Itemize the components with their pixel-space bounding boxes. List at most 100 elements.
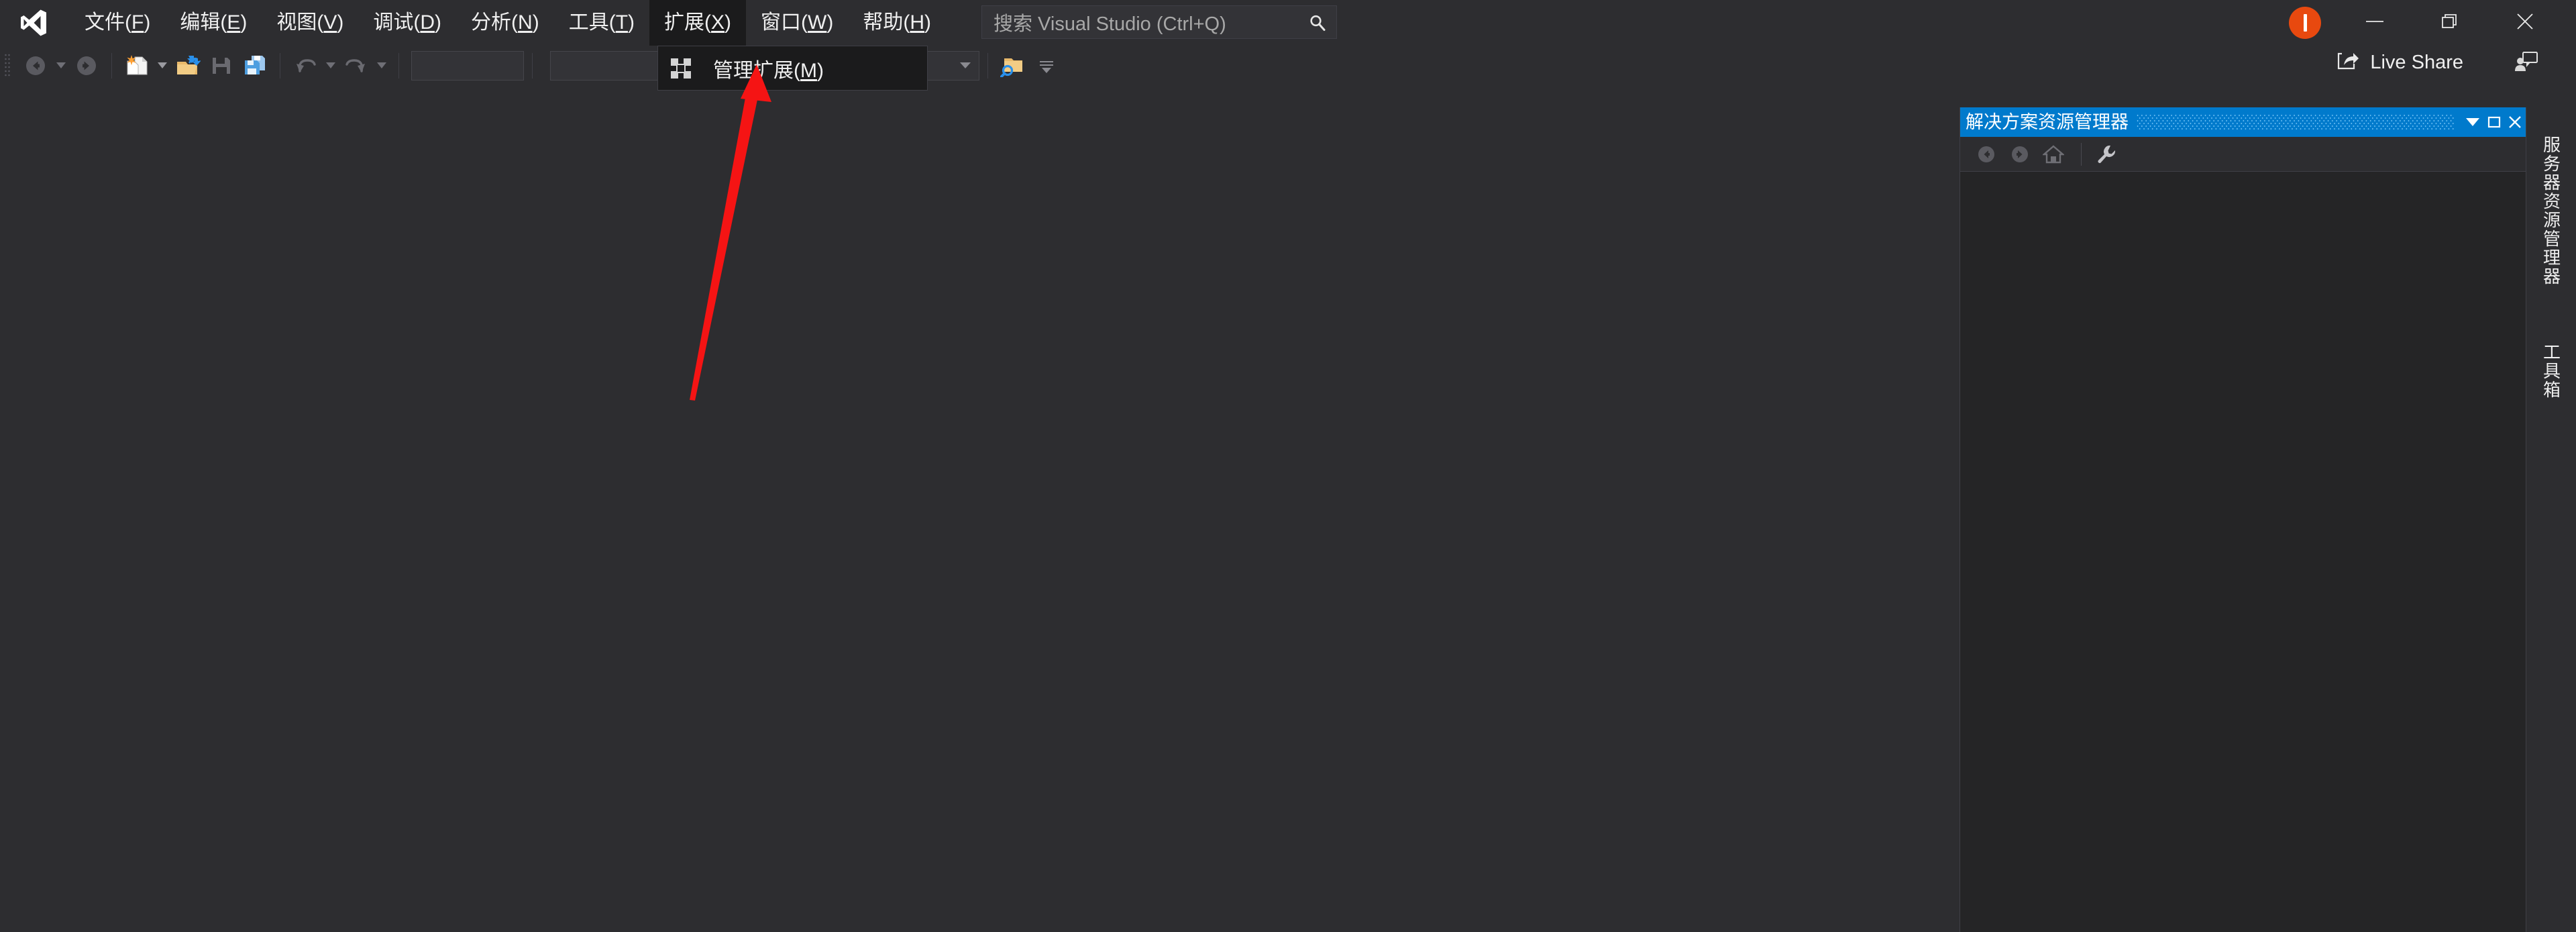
visual-studio-logo-icon [15, 0, 52, 46]
menu-item-edit-mnemonic: E [227, 11, 241, 34]
solution-explorer-toolbar [1960, 137, 2526, 172]
manage-extensions-mnemonic: M [800, 59, 817, 82]
se-forward-button[interactable] [2004, 139, 2035, 170]
menu-item-analyze-label: 分析( [471, 11, 519, 34]
menu-item-tools-label: 工具( [568, 11, 616, 34]
close-icon[interactable] [2487, 0, 2563, 43]
menu-item-window-mnemonic: W [808, 11, 827, 34]
title-drag-dots [2137, 114, 2455, 130]
standard-toolbar [0, 46, 2576, 86]
se-home-button[interactable] [2038, 139, 2069, 170]
toolbar-separator-3 [398, 53, 399, 79]
menu-item-debug-mnemonic: D [420, 11, 435, 34]
search-icon [1308, 13, 1327, 36]
se-properties-button[interactable] [2091, 139, 2122, 170]
menu-bar: 文件(F) 编辑(E) 视图(V) 调试(D) 分析(N) 工具(T) 扩展(X… [0, 0, 2576, 46]
menu-item-extensions[interactable]: 扩展(X) [649, 0, 747, 46]
menu-item-debug-label: 调试( [373, 11, 421, 34]
panel-maximize-button[interactable] [2483, 109, 2505, 136]
menu-item-edit-label: 编辑( [180, 11, 227, 34]
right-sidebar-tabs: 服务器资源管理器 工具箱 [2526, 107, 2576, 932]
save-all-button[interactable] [240, 50, 270, 82]
menu-item-edit-tail: ) [240, 11, 248, 34]
drag-grip-icon[interactable] [4, 51, 19, 81]
live-share-icon [2337, 51, 2359, 74]
find-in-files-button[interactable] [998, 50, 1028, 82]
menu-item-tools-mnemonic: T [615, 11, 629, 34]
panel-close-button[interactable] [2504, 109, 2526, 136]
save-button[interactable] [207, 50, 236, 82]
menu-item-edit[interactable]: 编辑(E) [165, 0, 262, 46]
menu-item-manage-extensions[interactable]: 管理扩展(M) [658, 46, 927, 90]
undo-button[interactable] [290, 50, 320, 82]
menu-items-list: 文件(F) 编辑(E) 视图(V) 调试(D) 分析(N) 工具(T) 扩展(X… [70, 0, 946, 46]
search-placeholder: 搜索 Visual Studio (Ctrl+Q) [994, 13, 1226, 35]
send-feedback-icon[interactable] [2514, 51, 2538, 76]
solution-configuration-combo[interactable] [411, 51, 524, 81]
solution-explorer-title: 解决方案资源管理器 [1966, 111, 2129, 132]
menu-item-view-tail: ) [337, 11, 344, 34]
manage-extensions-text: 管理扩展( [713, 59, 800, 82]
extensions-menu-dropdown: 管理扩展(M) [657, 46, 928, 91]
solution-explorer-panel: 解决方案资源管理器 [1960, 107, 2526, 932]
menu-item-view-mnemonic: V [323, 11, 337, 34]
menu-item-view[interactable]: 视图(V) [262, 0, 358, 46]
sidebar-tab-server-explorer-label: 服务器资源管理器 [2540, 136, 2561, 286]
menu-item-tools-tail: ) [628, 11, 635, 34]
navigate-backward-caret-icon[interactable] [52, 62, 70, 69]
chevron-down-icon [960, 62, 971, 68]
navigate-forward-button[interactable] [72, 50, 101, 82]
menu-item-window-tail: ) [826, 11, 834, 34]
menu-item-extensions-mnemonic: X [711, 11, 725, 34]
redo-button[interactable] [341, 50, 371, 82]
manage-extensions-icon [666, 54, 696, 83]
menu-item-file-label: 文件( [85, 11, 131, 34]
redo-caret-icon[interactable] [373, 62, 390, 69]
new-file-caret-icon[interactable] [154, 62, 171, 69]
toolbar-separator-5 [987, 53, 988, 79]
menu-item-file[interactable]: 文件(F) [70, 0, 165, 46]
navigate-backward-button[interactable] [21, 50, 50, 82]
solution-explorer-tree[interactable] [1960, 172, 2526, 932]
live-share-button[interactable]: Live Share [2337, 51, 2463, 74]
restore-icon[interactable] [2412, 0, 2487, 43]
panel-menu-button[interactable] [2462, 109, 2483, 136]
undo-caret-icon[interactable] [322, 62, 339, 69]
manage-extensions-tail: ) [817, 59, 824, 82]
avatar-initial [2303, 14, 2307, 32]
toolbar-separator [111, 53, 112, 79]
menu-item-debug[interactable]: 调试(D) [358, 0, 456, 46]
menu-item-analyze-mnemonic: N [518, 11, 533, 34]
menu-item-file-tail: ) [144, 11, 151, 34]
sidebar-tab-toolbox[interactable]: 工具箱 [2526, 321, 2576, 421]
minimize-icon[interactable] [2337, 0, 2412, 43]
menu-item-help-label: 帮助( [863, 11, 910, 34]
menu-item-view-label: 视图( [276, 11, 324, 34]
sidebar-tab-server-explorer[interactable]: 服务器资源管理器 [2526, 110, 2576, 311]
menu-item-analyze[interactable]: 分析(N) [456, 0, 554, 46]
menu-item-window[interactable]: 窗口(W) [746, 0, 848, 46]
menu-item-manage-extensions-label: 管理扩展(M) [713, 54, 824, 83]
toolbar-separator-4 [532, 53, 533, 79]
menu-item-file-mnemonic: F [131, 11, 144, 34]
menu-item-debug-tail: ) [435, 11, 442, 34]
solution-explorer-title-bar[interactable]: 解决方案资源管理器 [1960, 107, 2526, 137]
search-input[interactable]: 搜索 Visual Studio (Ctrl+Q) [981, 5, 1337, 39]
menu-item-analyze-tail: ) [532, 11, 539, 34]
menu-item-extensions-tail: ) [724, 11, 732, 34]
toolbar-overflow-button[interactable] [1035, 51, 1058, 81]
se-back-button[interactable] [1971, 139, 2002, 170]
menu-item-window-label: 窗口( [761, 11, 808, 34]
open-file-button[interactable] [173, 50, 203, 82]
live-share-label: Live Share [2370, 52, 2463, 73]
menu-item-help-tail: ) [924, 11, 932, 34]
se-toolbar-separator [2081, 142, 2082, 166]
menu-item-help[interactable]: 帮助(H) [848, 0, 946, 46]
menu-item-tools[interactable]: 工具(T) [554, 0, 649, 46]
new-file-button[interactable] [122, 50, 152, 82]
menu-item-help-mnemonic: H [910, 11, 925, 34]
user-avatar-icon[interactable] [2289, 7, 2321, 39]
sidebar-tab-toolbox-label: 工具箱 [2540, 343, 2561, 399]
visual-studio-window: 文件(F) 编辑(E) 视图(V) 调试(D) 分析(N) 工具(T) 扩展(X… [0, 0, 2576, 932]
editor-area [0, 86, 1959, 932]
